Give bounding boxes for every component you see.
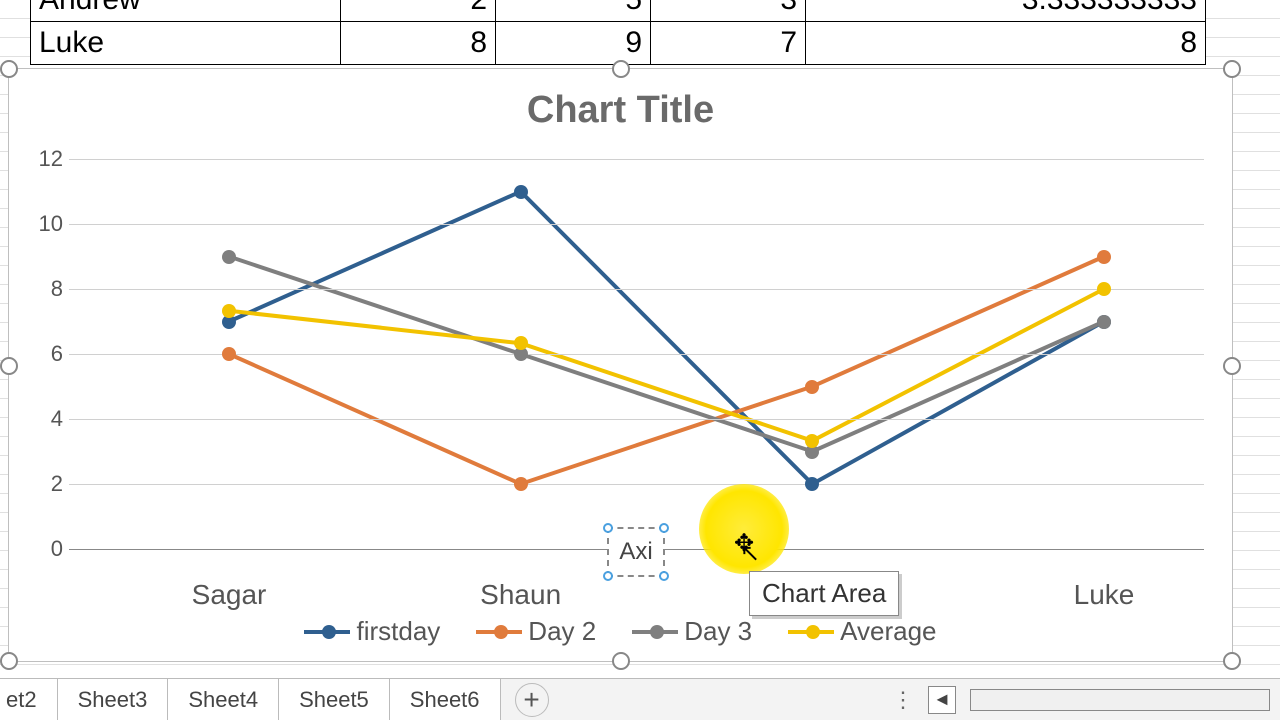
x-tick-label: Shaun [480,579,561,611]
add-sheet-button[interactable]: + [515,683,549,717]
data-point[interactable] [514,336,528,350]
resize-handle[interactable] [0,357,18,375]
resize-handle[interactable] [0,652,18,670]
y-tick-label: 2 [33,471,63,497]
y-tick-label: 0 [33,536,63,562]
cell[interactable]: 8 [341,22,496,65]
legend-item[interactable]: Day 2 [476,616,596,647]
table-row: Andrew 2 5 3 3.333333333 [31,0,1206,22]
y-tick-label: 6 [33,341,63,367]
sheet-tab[interactable]: Sheet4 [168,679,279,720]
legend-item[interactable]: Average [788,616,936,647]
legend-swatch [476,630,522,634]
resize-handle[interactable] [1223,60,1241,78]
resize-handle[interactable] [1223,357,1241,375]
resize-handle[interactable] [612,60,630,78]
y-tick-label: 10 [33,211,63,237]
y-tick-label: 8 [33,276,63,302]
chart-title[interactable]: Chart Title [9,89,1232,132]
sheet-tab[interactable]: Sheet3 [58,679,169,720]
data-point[interactable] [222,347,236,361]
legend-swatch [304,630,350,634]
data-table[interactable]: Andrew 2 5 3 3.333333333 Luke 8 9 7 8 [30,0,1206,65]
tab-overflow-icon[interactable]: ⋮ [892,687,914,713]
gridline [69,354,1204,355]
y-tick-label: 4 [33,406,63,432]
cell[interactable]: 2 [341,0,496,22]
scroll-left-button[interactable]: ◄ [928,686,956,714]
legend-item[interactable]: Day 3 [632,616,752,647]
resize-handle[interactable] [1223,652,1241,670]
horizontal-scrollbar[interactable] [970,689,1270,711]
y-tick-label: 12 [33,146,63,172]
cell-name[interactable]: Luke [31,22,341,65]
gridline [69,484,1204,485]
cell[interactable]: 5 [496,0,651,22]
data-point[interactable] [222,304,236,318]
data-point[interactable] [222,250,236,264]
legend-label: Average [840,616,936,647]
legend-swatch [788,630,834,634]
gridline [69,159,1204,160]
data-point[interactable] [514,477,528,491]
data-point[interactable] [1097,250,1111,264]
legend-label: Day 3 [684,616,752,647]
legend-label: Day 2 [528,616,596,647]
cell-name[interactable]: Andrew [31,0,341,22]
x-tick-label: Sagar [192,579,267,611]
axis-title-editbox[interactable]: Axi [607,527,665,577]
move-cursor-icon: ✥↖ [734,529,764,559]
legend-label: firstday [356,616,440,647]
legend-swatch [632,630,678,634]
plot-area[interactable]: 024681012SagarShaunAndrewLuke [69,159,1204,549]
sheet-tab[interactable]: Sheet6 [390,679,501,720]
chart-tooltip: Chart Area [749,571,899,616]
cell-avg[interactable]: 3.333333333 [806,0,1206,22]
cell-avg[interactable]: 8 [806,22,1206,65]
sheet-tab-bar: et2 Sheet3 Sheet4 Sheet5 Sheet6 + ⋮ ◄ [0,678,1280,720]
data-point[interactable] [805,380,819,394]
data-point[interactable] [1097,315,1111,329]
legend-item[interactable]: firstday [304,616,440,647]
data-point[interactable] [514,185,528,199]
sheet-tab[interactable]: et2 [0,679,58,720]
resize-handle[interactable] [0,60,18,78]
data-point[interactable] [805,434,819,448]
axis-title-text: Axi [619,538,652,566]
gridline [69,289,1204,290]
cell[interactable]: 7 [651,22,806,65]
cell[interactable]: 9 [496,22,651,65]
sheet-tab[interactable]: Sheet5 [279,679,390,720]
x-tick-label: Luke [1074,579,1135,611]
gridline [69,224,1204,225]
resize-handle[interactable] [612,652,630,670]
table-row: Luke 8 9 7 8 [31,22,1206,65]
chart-object[interactable]: Chart Title 024681012SagarShaunAndrewLuk… [8,68,1233,662]
gridline [69,419,1204,420]
data-point[interactable] [1097,282,1111,296]
cell[interactable]: 3 [651,0,806,22]
chart-legend[interactable]: firstday Day 2 Day 3 Average [9,616,1232,647]
